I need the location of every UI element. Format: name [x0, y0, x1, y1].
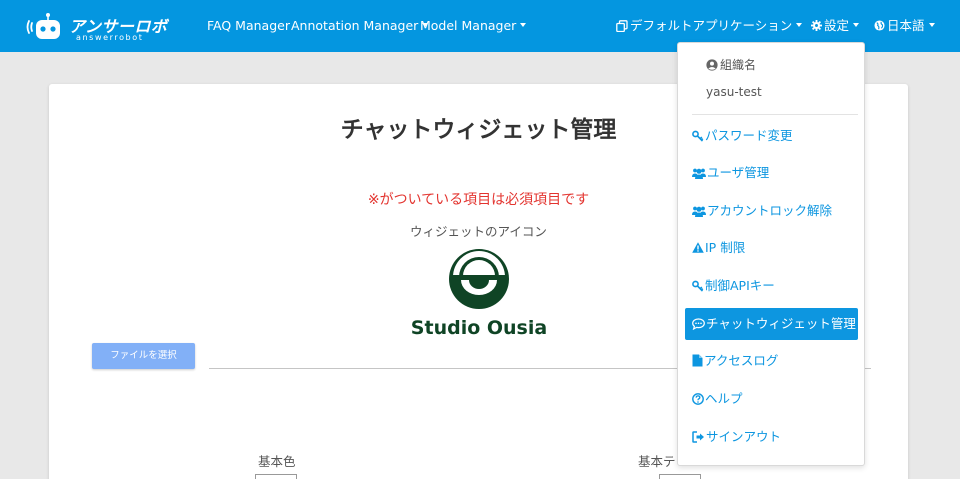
dropdown-divider [692, 114, 858, 115]
widget-icon-text: Studio Ousia [410, 317, 548, 339]
menu-item-label: アカウントロック解除 [707, 203, 833, 218]
nav-annotation-manager[interactable]: Annotation Manager [291, 0, 429, 52]
question-icon [692, 392, 704, 405]
nav-model-manager[interactable]: Model Manager [420, 0, 527, 52]
menu-item-label: サインアウト [706, 429, 782, 444]
nav-language[interactable]: 日本語 [874, 0, 935, 52]
org-header: 組織名 [706, 56, 756, 73]
menu-item-user-management[interactable]: ユーザ管理 [685, 157, 858, 189]
org-label: 組織名 [720, 58, 757, 72]
key-icon [692, 130, 704, 142]
app-selector-label: デフォルトアプリケーション [630, 18, 793, 33]
menu-item-label: ユーザ管理 [707, 165, 770, 180]
robot-logo-icon [26, 13, 60, 39]
menu-item-label: パスワード変更 [705, 128, 793, 143]
users-icon [692, 168, 706, 179]
caret-down-icon [796, 22, 803, 27]
current-user-name: yasu-test [706, 85, 762, 99]
menu-item-sign-out[interactable]: サインアウト [685, 421, 858, 453]
nav-model-label: Model Manager [420, 18, 517, 33]
user-circle-icon [706, 58, 718, 71]
base-text-color-label: 基本テ [638, 454, 676, 469]
nav-faq-label: FAQ Manager [207, 18, 290, 33]
caret-down-icon [520, 22, 527, 27]
menu-item-help[interactable]: ヘルプ [685, 383, 858, 415]
menu-item-chat-widget-management[interactable]: チャットウィジェット管理 [685, 308, 858, 340]
logo-subtitle: answerrobot [76, 33, 144, 42]
key-icon [692, 280, 704, 292]
nav-annotation-label: Annotation Manager [291, 18, 419, 33]
menu-item-label: アクセスログ [704, 353, 779, 368]
caret-down-icon [928, 22, 935, 27]
gear-icon [811, 20, 822, 31]
sign-out-icon [692, 430, 704, 443]
base-text-color-input[interactable] [659, 474, 701, 479]
menu-item-label: IP 制限 [705, 240, 746, 255]
nav-faq-manager[interactable]: FAQ Manager [207, 0, 290, 52]
menu-item-ip-restriction[interactable]: IP 制限 [685, 232, 858, 264]
users-icon [692, 206, 706, 217]
menu-item-access-log[interactable]: アクセスログ [685, 345, 858, 377]
warning-icon [692, 242, 704, 253]
menu-item-control-api-key[interactable]: 制御APIキー [685, 270, 858, 302]
settings-label: 設定 [824, 18, 850, 33]
menu-item-label: 制御APIキー [705, 278, 775, 293]
menu-item-change-password[interactable]: パスワード変更 [685, 120, 858, 152]
settings-dropdown-menu: 組織名 yasu-test パスワード変更 ユーザ管理 アカウントロック解除 I… [677, 42, 865, 466]
copy-icon [616, 19, 628, 32]
menu-item-unlock-account[interactable]: アカウントロック解除 [685, 195, 858, 227]
base-color-label: 基本色 [258, 454, 296, 469]
menu-item-label: チャットウィジェット管理 [706, 316, 856, 331]
file-icon [692, 354, 703, 367]
choose-file-button[interactable]: ファイルを選択 [92, 343, 195, 369]
language-label: 日本語 [887, 18, 925, 33]
caret-down-icon [853, 22, 860, 27]
globe-icon [874, 20, 885, 31]
answerrobot-logo[interactable]: アンサーロボ answerrobot [26, 12, 171, 42]
comment-icon [692, 317, 705, 330]
menu-item-label: ヘルプ [705, 391, 743, 406]
base-color-input[interactable] [255, 474, 297, 479]
